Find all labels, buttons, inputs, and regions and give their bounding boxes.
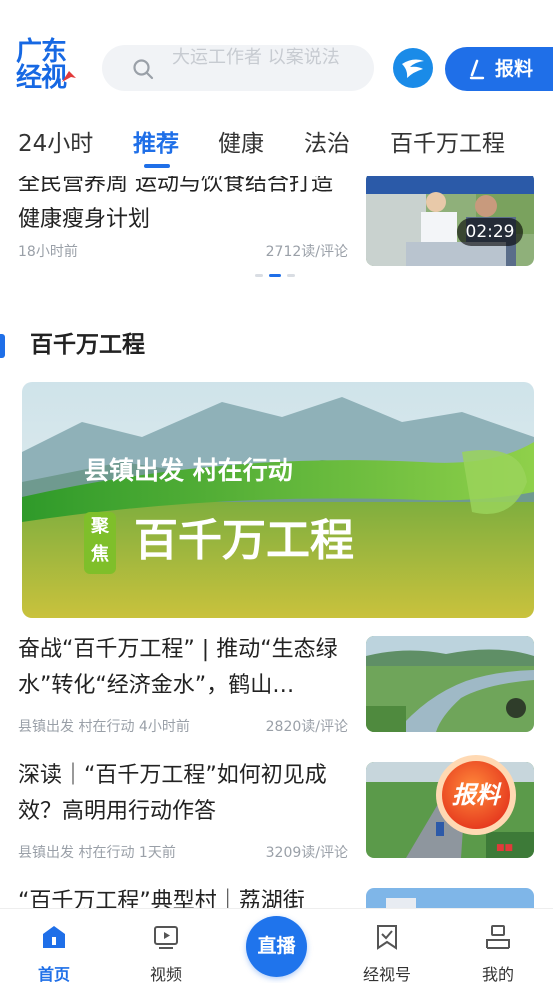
pen-icon [469,59,485,80]
video-duration: 02:29 [457,218,523,246]
guangdian-logo-icon[interactable] [393,48,433,88]
svg-text:■■: ■■ [496,843,513,853]
article-reads: 2820读/评论 [265,719,348,735]
search-icon [133,59,154,80]
floating-report-label: 报料 [452,781,500,809]
banner-line1: 县镇出发 村在行动 [84,456,293,485]
live-button[interactable]: 直播 [246,916,307,977]
nav-home-label: 首页 [37,965,70,983]
article-time: 18小时前 [18,244,78,260]
banner-line2: 百千万工程 [134,515,354,566]
logo-swoosh-icon [62,71,76,82]
article-title: 全民营养周 运动与饮食结合打造健康瘦身计划 [18,176,333,232]
carousel-indicator [255,274,295,278]
search-input[interactable]: 大运工作者 以案说法 [102,45,374,91]
nav-mine[interactable]: 我的 [458,909,538,983]
bottom-navigation: 首页 视频 直播 经视号 我的 [0,908,553,983]
feature-banner[interactable]: 县镇出发 村在行动 聚焦 百千万工程 [22,382,534,618]
nav-video-label: 视频 [149,965,182,983]
video-icon [154,926,178,949]
tab-law[interactable]: 法治 [304,128,350,160]
article-thumbnail[interactable] [366,888,534,908]
channel-tabs: 24小时 推荐 健康 法治 百千万工程 [0,112,553,176]
nav-video[interactable]: 视频 [126,909,206,983]
article-reads: 2712读/评论 [265,244,348,260]
article-title: 奋战“百千万工程” | 推动“生态绿水”转化“经济金水”，鹤山… [18,637,338,698]
banner-badge: 聚焦 [91,516,109,565]
building-image [366,888,534,908]
tab-health[interactable]: 健康 [218,128,264,160]
app-header: 广东 经视 大运工作者 以案说法 报料 [0,0,553,112]
search-placeholder: 大运工作者 以案说法 [172,47,340,68]
active-tab-indicator [144,164,170,168]
nav-mine-label: 我的 [481,965,514,983]
home-icon [43,926,65,948]
river-image [366,636,534,732]
article-title: 深读｜“百千万工程”如何初见成效？高明用行动作答 [18,763,327,824]
tab-recommend[interactable]: 推荐 [133,128,179,160]
report-button[interactable]: 报料 [445,47,553,91]
app-logo[interactable]: 广东 经视 [16,38,86,94]
list-item[interactable]: 奋战“百千万工程” | 推动“生态绿水”转化“经济金水”，鹤山… 县镇出发 村在… [0,632,553,752]
list-item[interactable]: “百千万工程”典型村｜荔湖街 [0,884,553,908]
nav-home[interactable]: 首页 [14,909,94,983]
swoosh-icon [402,59,424,78]
article-source-time: 县镇出发 村在行动 1天前 [18,845,176,861]
floating-report-button[interactable]: 报料 [433,752,519,838]
article-source-time: 县镇出发 村在行动 4小时前 [18,719,190,735]
profile-icon [486,925,510,949]
banner-image [22,382,534,618]
bookmark-check-icon [377,925,397,950]
section-accent-bar [0,334,5,358]
list-item[interactable]: 全民营养周 运动与饮食结合打造健康瘦身计划 18小时前 2712读/评论 02:… [0,176,553,284]
nav-jingshihao-label: 经视号 [362,965,411,983]
logo-line2: 经视 [16,63,67,93]
tab-bqw-project[interactable]: 百千万工程 [390,128,505,160]
nav-jingshihao[interactable]: 经视号 [347,909,427,983]
article-reads: 3209读/评论 [265,845,348,861]
logo-line1: 广东 [16,37,67,67]
tab-24h[interactable]: 24小时 [18,128,93,160]
article-thumbnail[interactable] [366,636,534,732]
report-label: 报料 [495,58,534,80]
article-title: “百千万工程”典型村｜荔湖街 [18,889,305,908]
section-title: 百千万工程 [30,332,145,358]
